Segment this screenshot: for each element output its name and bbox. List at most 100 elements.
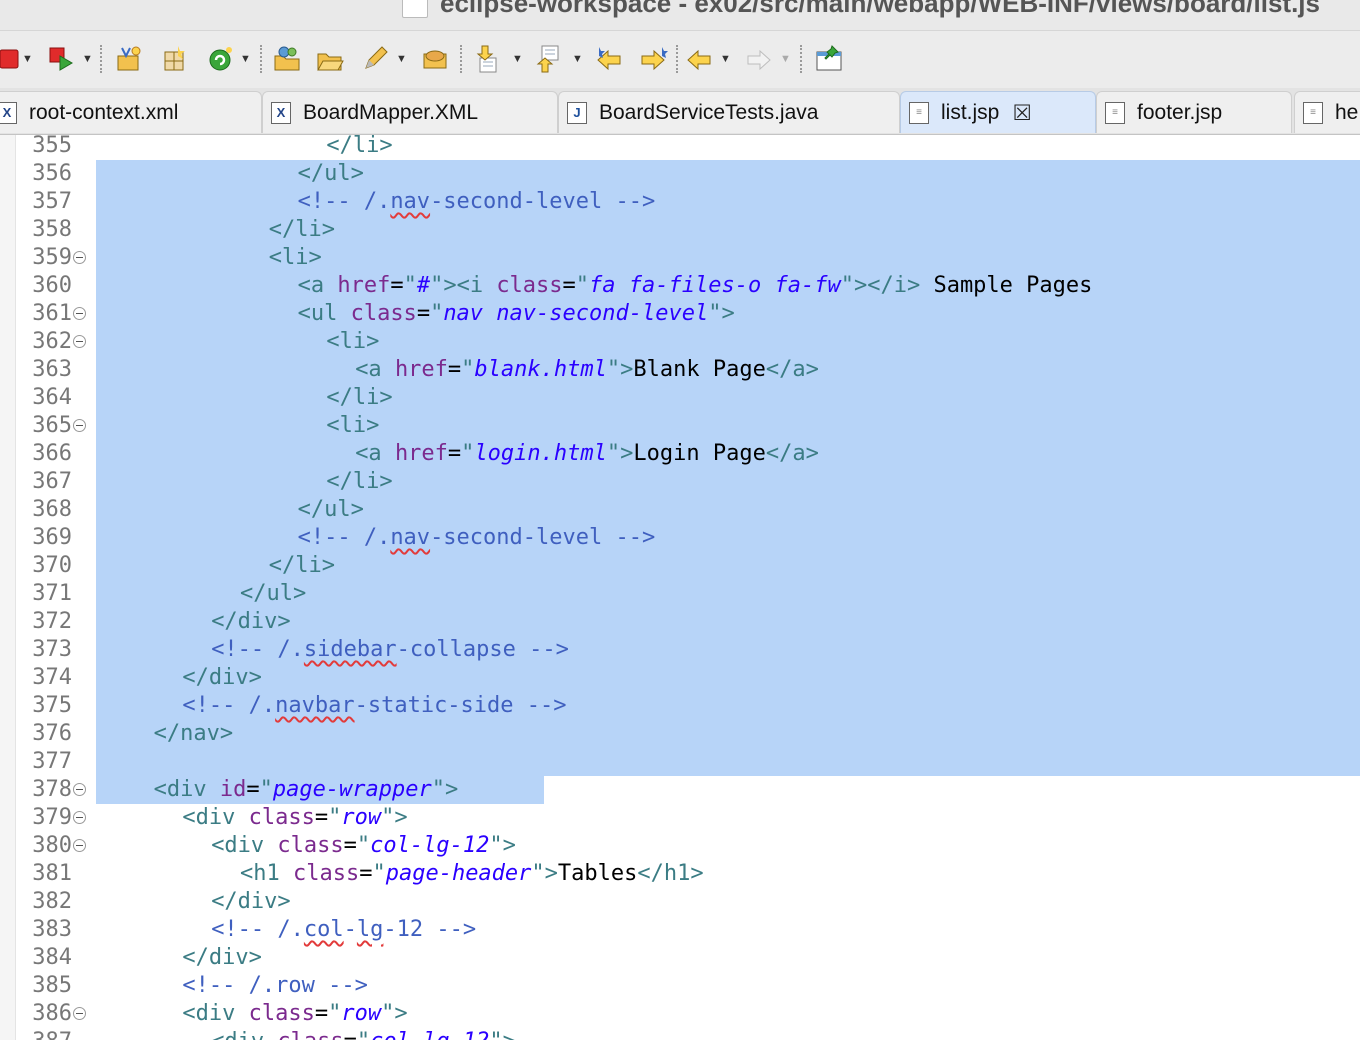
code-line[interactable]: 368 </ul> [0,496,1360,524]
code-token: <div [182,805,249,830]
code-token: "> [381,1001,408,1026]
code-line[interactable]: 361 <ul class="nav nav-second-level"> [0,300,1360,328]
new-java-package-icon[interactable] [112,42,146,76]
open-task-icon[interactable] [418,42,452,76]
code-token: <a [297,273,338,298]
code-line[interactable]: 379 <div class="row"> [0,804,1360,832]
code-line[interactable]: 378 <div id="page-wrapper"> [0,776,1360,804]
code-line[interactable]: 381 <h1 class="page-header">Tables</h1> [0,860,1360,888]
code-text: <a href="login.html">Login Page</a> [355,440,819,468]
fold-toggle-icon[interactable] [73,839,86,852]
fold-toggle-icon[interactable] [73,335,86,348]
code-token: " [461,357,475,382]
tab-boardmapper-xml[interactable]: X BoardMapper.XML [262,91,558,133]
toolbar-separator [800,45,803,73]
fold-toggle-icon[interactable] [73,251,86,264]
code-line[interactable]: 357 <!-- /.nav-second-level --> [0,188,1360,216]
code-text: </div> [211,608,290,636]
open-type-icon[interactable] [270,42,304,76]
chevron-down-icon[interactable]: ▼ [396,53,407,65]
code-token: nav nav-second-level [443,301,709,326]
code-line[interactable]: 382 </div> [0,888,1360,916]
code-line[interactable]: 374 </div> [0,664,1360,692]
code-line[interactable]: 358 </li> [0,216,1360,244]
previous-annotation-icon[interactable] [530,42,564,76]
code-token: "> [381,805,408,830]
next-annotation-icon[interactable] [470,42,504,76]
code-text: <div class="row"> [182,1000,407,1028]
code-line[interactable]: 360 <a href="#"><i class="fa fa-files-o f… [0,272,1360,300]
forward-arrow-icon[interactable] [742,42,776,76]
code-line[interactable]: 372 </div> [0,608,1360,636]
code-token: class [248,1001,315,1026]
refresh-run-icon[interactable] [204,42,238,76]
code-line[interactable]: 364 </li> [0,384,1360,412]
code-line[interactable]: 373 <!-- /.sidebar-collapse --> [0,636,1360,664]
code-token: nav [390,525,431,550]
code-token: = [562,273,576,298]
code-line[interactable]: 370 </li> [0,552,1360,580]
code-line[interactable]: 384 </div> [0,944,1360,972]
pin-editor-icon[interactable] [812,42,846,76]
code-token: <li> [326,329,380,354]
window-title: eclipse-workspace - ex02/src/main/webapp… [440,0,1320,18]
run-icon[interactable] [44,42,78,76]
fold-toggle-icon[interactable] [73,1007,86,1020]
forward-edit-icon[interactable] [636,42,670,76]
fold-toggle-icon[interactable] [73,811,86,824]
code-token: "> [489,1029,516,1040]
back-arrow-icon[interactable] [682,42,716,76]
code-editor[interactable]: 355 </li> 356 </ul> 357 <!-- /.nav-second-lev… [0,135,1360,1040]
fold-toggle-icon[interactable] [73,783,86,796]
code-line[interactable]: 365 <li> [0,412,1360,440]
tab-header-jsp[interactable]: ≡ he [1294,91,1360,133]
fold-toggle-icon[interactable] [73,419,86,432]
line-number: 364 [32,385,72,410]
code-text: </div> [182,944,261,972]
chevron-down-icon[interactable]: ▼ [720,53,731,65]
code-line[interactable]: 367 </li> [0,468,1360,496]
code-line[interactable]: 371 </ul> [0,580,1360,608]
tab-footer-jsp[interactable]: ≡ footer.jsp [1096,91,1292,133]
chevron-down-icon[interactable]: ▼ [780,53,791,65]
tab-list-jsp[interactable]: ≡ list.jsp ⮽ [900,91,1096,133]
code-token: <div [211,1029,277,1040]
code-line[interactable]: 386 <div class="row"> [0,1000,1360,1028]
code-token: <!-- /.row --> [182,973,368,998]
line-number: 356 [32,161,72,186]
chevron-down-icon[interactable]: ▼ [22,53,33,65]
code-line[interactable]: 355 </li> [0,135,1360,160]
line-number: 383 [32,917,72,942]
edit-pencil-icon[interactable] [358,42,392,76]
xml-file-icon: X [0,101,17,124]
last-edit-location-icon[interactable] [592,42,626,76]
code-line[interactable]: 363 <a href="blank.html">Blank Page</a> [0,356,1360,384]
code-line[interactable]: 387 <div class="col-lg-12"> [0,1028,1360,1040]
jsp-file-icon: ≡ [1105,101,1125,124]
chevron-down-icon[interactable]: ▼ [240,53,251,65]
code-line[interactable]: 377 [0,748,1360,776]
chevron-down-icon[interactable]: ▼ [572,53,583,65]
code-line[interactable]: 383 <!-- /.col-lg-12 --> [0,916,1360,944]
code-text: </div> [182,664,261,692]
fold-toggle-icon[interactable] [73,307,86,320]
code-line[interactable]: 362 <li> [0,328,1360,356]
tab-boardservicetests-java[interactable]: J BoardServiceTests.java [558,91,900,133]
chevron-down-icon[interactable]: ▼ [82,53,93,65]
open-folder-icon[interactable] [313,42,347,76]
toolbar-separator [460,45,463,73]
code-token: </li> [268,553,336,578]
line-number: 359 [32,245,72,270]
code-line[interactable]: 380 <div class="col-lg-12"> [0,832,1360,860]
code-line[interactable]: 369 <!-- /.nav-second-level --> [0,524,1360,552]
code-line[interactable]: 356 </ul> [0,160,1360,188]
close-icon[interactable]: ⮽ [1013,100,1031,126]
tab-root-context-xml[interactable]: X root-context.xml [0,91,262,133]
code-line[interactable]: 375 <!-- /.navbar-static-side --> [0,692,1360,720]
code-line[interactable]: 385 <!-- /.row --> [0,972,1360,1000]
chevron-down-icon[interactable]: ▼ [512,53,523,65]
code-line[interactable]: 359 <li> [0,244,1360,272]
new-class-icon[interactable] [158,42,192,76]
code-line[interactable]: 376 </nav> [0,720,1360,748]
code-line[interactable]: 366 <a href="login.html">Login Page</a> [0,440,1360,468]
